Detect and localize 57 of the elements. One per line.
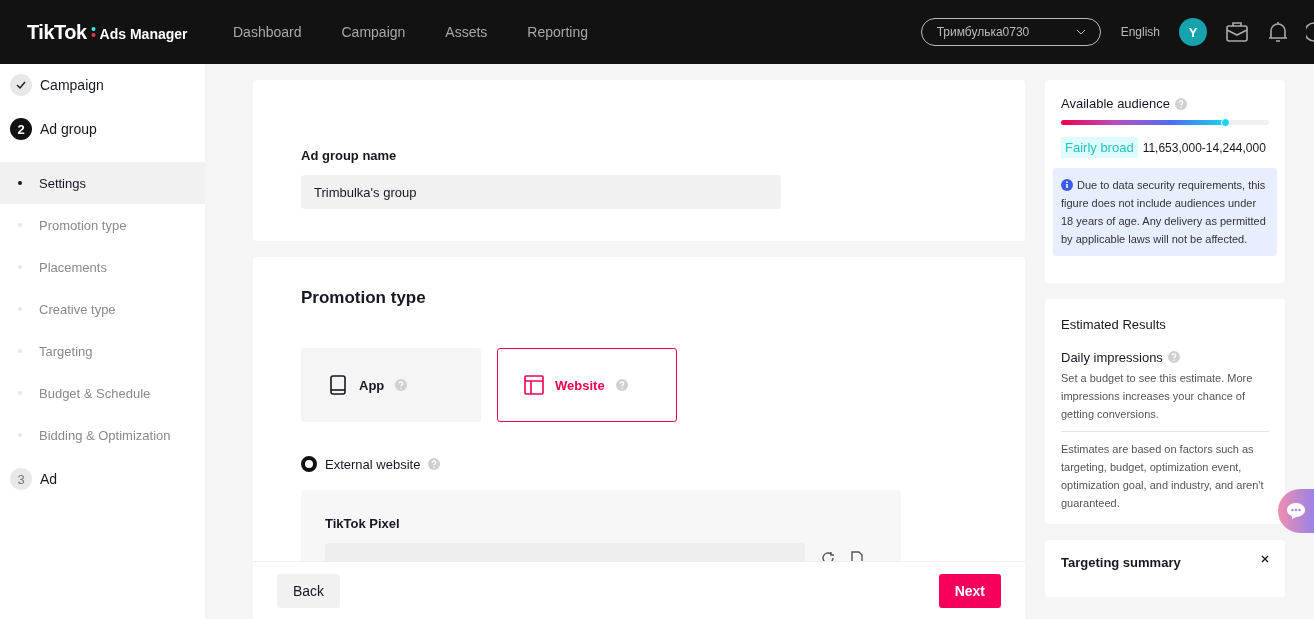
audience-tag: Fairly broad <box>1061 137 1138 158</box>
step-number: 3 <box>10 468 32 490</box>
check-icon <box>10 74 32 96</box>
layout-icon <box>524 375 544 395</box>
step-number: 2 <box>10 118 32 140</box>
briefcase-icon[interactable] <box>1226 21 1248 43</box>
field-label: TikTok Pixel <box>325 516 401 531</box>
help-icon <box>615 379 628 391</box>
sidebar-item[interactable]: Settings <box>0 162 205 204</box>
step-label[interactable]: Ad group <box>40 121 97 137</box>
nav-link[interactable]: Assets <box>445 24 488 40</box>
hint-text: Set a budget to see this estimate. More impressions increases your chance of getting conversions. <box>1061 369 1269 432</box>
close-icon[interactable] <box>1261 555 1269 564</box>
refresh-icon[interactable] <box>821 551 835 561</box>
document-icon[interactable] <box>851 551 863 561</box>
field-label: Ad group name <box>301 148 398 163</box>
bell-icon[interactable] <box>1267 21 1289 43</box>
disclaimer-text: Estimates are based on factors such as targeting, budget, optimization event, optimization goal, and industry, and aren't guaranteed. <box>1061 442 1265 511</box>
help-icon <box>428 458 441 470</box>
metric-label: Daily impressions <box>1061 350 1163 365</box>
next-button[interactable]: Next <box>938 573 1001 608</box>
step-label[interactable]: Campaign <box>40 77 104 93</box>
info-icon <box>1061 179 1073 191</box>
product-name: Ads Manager <box>99 25 188 42</box>
option-card[interactable]: App <box>301 348 481 422</box>
text-input[interactable]: Trimbulka's group <box>301 175 781 209</box>
sidebar-item[interactable]: Targeting <box>0 330 205 372</box>
help-icon <box>1174 97 1187 110</box>
logo-wordmark: TikTok <box>27 20 87 44</box>
nav-link[interactable]: Dashboard <box>233 24 302 40</box>
back-button[interactable]: Back <box>277 573 341 608</box>
sidebar-item[interactable]: Placements <box>0 246 205 288</box>
help-icon <box>395 379 408 391</box>
card-title: Available audience <box>1061 96 1170 111</box>
option-card[interactable]: Website <box>497 348 677 422</box>
sidebar-item[interactable]: Bidding & Optimization <box>0 414 205 456</box>
nav-link[interactable]: Reporting <box>527 24 589 40</box>
section-title: Promotion type <box>301 288 427 308</box>
tablet-icon <box>328 375 348 395</box>
language-selector[interactable]: English <box>1120 25 1160 39</box>
radio-button[interactable] <box>301 456 317 472</box>
account-name: Тримбулька0730 <box>936 25 1030 39</box>
sidebar-item[interactable]: Creative type <box>0 288 205 330</box>
step-label[interactable]: Ad <box>40 471 58 487</box>
chat-bubble-icon <box>1286 502 1306 520</box>
chat-button[interactable] <box>1278 489 1314 533</box>
nav-link[interactable]: Campaign <box>341 24 406 40</box>
colon-mark-icon <box>90 26 96 38</box>
card-title: Targeting summary <box>1061 555 1181 571</box>
info-notice: Due to data security requirements, this figure does not include audiences under 18 years of age. Any delivery as permitted by applicable laws will not be affected. <box>1053 168 1277 256</box>
card-title: Estimated Results <box>1061 317 1167 332</box>
sidebar-item[interactable]: Budget & Schedule <box>0 372 205 414</box>
sidebar-item[interactable]: Promotion type <box>0 204 205 246</box>
chevron-down-icon <box>1075 29 1086 35</box>
audience-range: 11,653,000-14,244,000 <box>1142 140 1266 155</box>
radio-label: External website <box>325 456 421 472</box>
help-icon <box>1167 351 1180 364</box>
